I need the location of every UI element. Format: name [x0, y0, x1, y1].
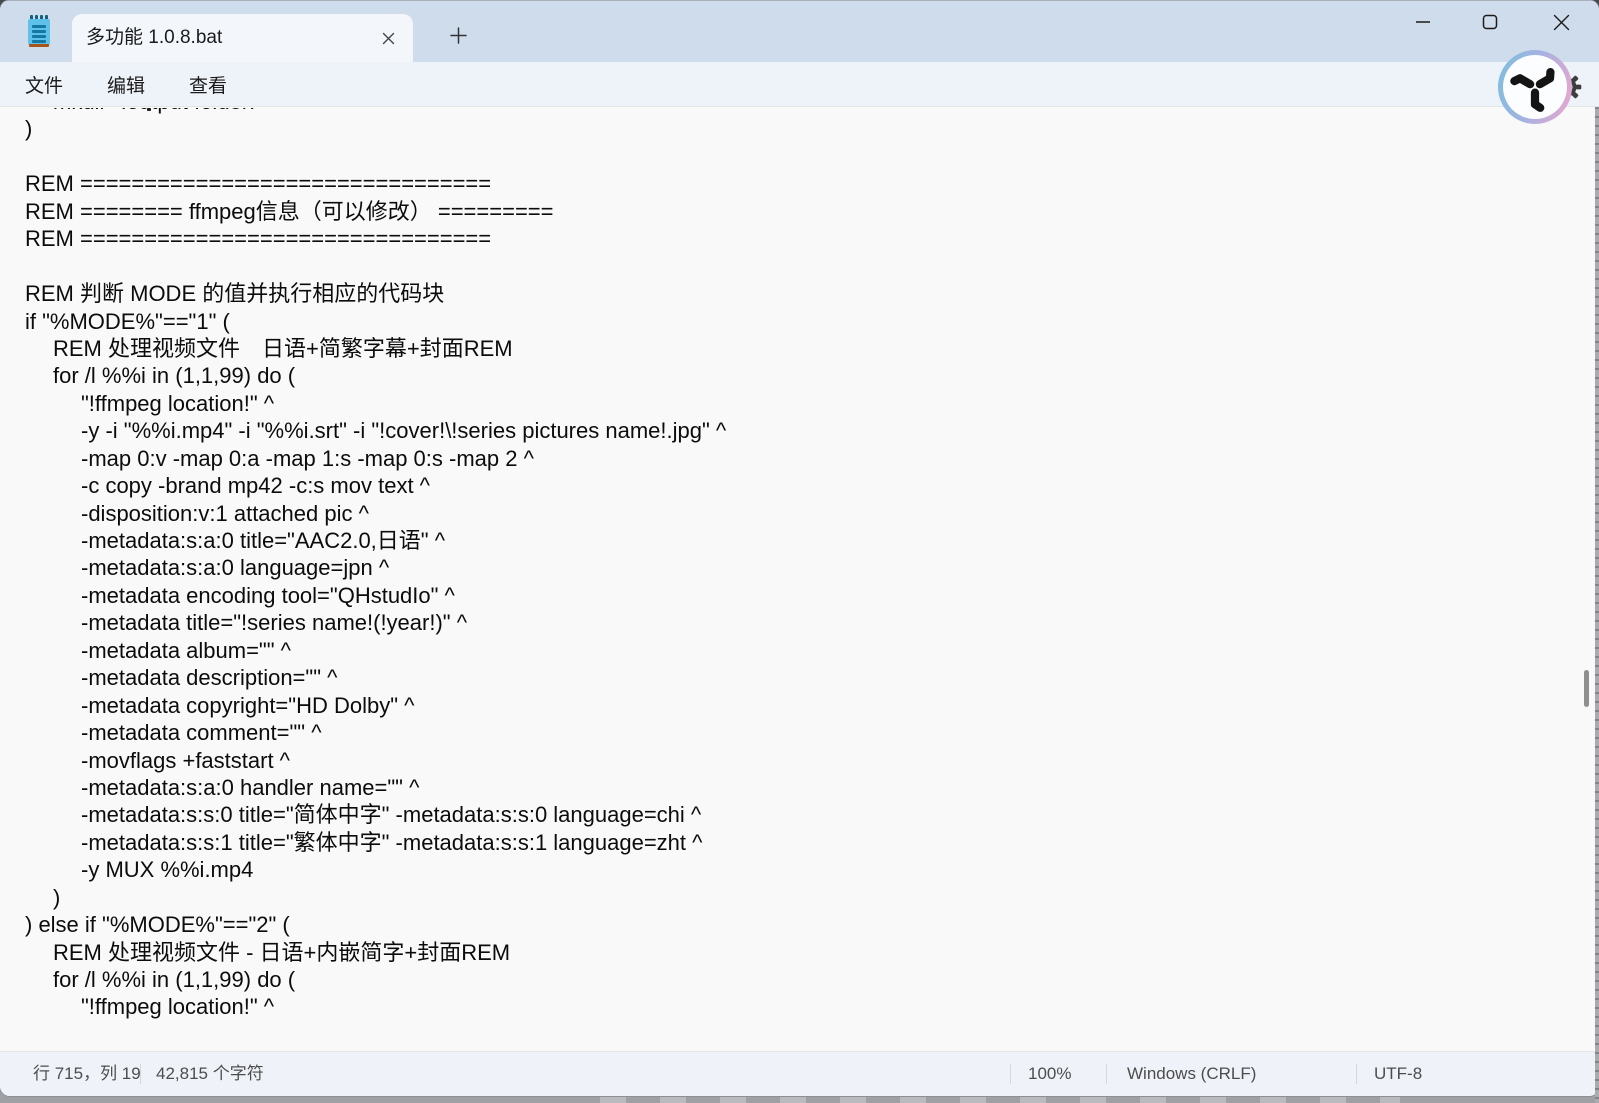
statusbar-divider	[1010, 1064, 1011, 1084]
scrollbar-thumb[interactable]	[1584, 670, 1589, 707]
background-window-edge	[1595, 107, 1599, 1103]
code-line: -metadata:s:a:0 handler name="" ^	[0, 774, 1599, 801]
code-line: )	[0, 115, 1599, 142]
desktop-background: 多功能 1.0.8.bat	[0, 0, 1599, 1103]
code-line: -metadata:s:a:0 title="AAC2.0,日语" ^	[0, 527, 1599, 554]
triskelion-logo-icon	[1509, 61, 1561, 113]
encoding[interactable]: UTF-8	[1374, 1052, 1422, 1095]
code-line: -metadata album="" ^	[0, 637, 1599, 664]
code-line: REM 判断 MODE 的值并执行相应的代码块	[0, 280, 1599, 307]
code-line: -metadata description="" ^	[0, 664, 1599, 691]
clipped-line-fragment	[147, 108, 151, 111]
char-count: 42,815 个字符	[156, 1052, 264, 1095]
statusbar: 行 715，列 19 42,815 个字符 100% Windows (CRLF…	[0, 1051, 1599, 1096]
statusbar-divider	[140, 1064, 141, 1084]
plus-icon	[450, 27, 467, 44]
code-line: -metadata title="!series name!(!year!)" …	[0, 609, 1599, 636]
code-line: -c copy -brand mp42 -c:s mov text ^	[0, 472, 1599, 499]
menu-item-edit[interactable]: 编辑	[107, 71, 145, 98]
code-lines: mkdir "!output folder!") REM ===========…	[0, 108, 1599, 1021]
code-line: REM ================================	[0, 170, 1599, 197]
code-line: "!ffmpeg location!" ^	[0, 993, 1599, 1020]
code-line: -metadata:s:s:1 title="繁体中字" -metadata:s…	[0, 829, 1599, 856]
code-line: )	[0, 884, 1599, 911]
code-line: -y -i "%%i.mp4" -i "%%i.srt" -i "!cover!…	[0, 417, 1599, 444]
close-icon	[1553, 14, 1570, 31]
notepad-icon	[26, 15, 52, 47]
code-line: for /l %%i in (1,1,99) do (	[0, 362, 1599, 389]
code-line: -metadata copyright="HD Dolby" ^	[0, 692, 1599, 719]
maximize-icon	[1482, 14, 1498, 30]
close-icon	[382, 32, 395, 45]
code-line	[0, 253, 1599, 280]
code-line: -metadata encoding tool="QHstudIo" ^	[0, 582, 1599, 609]
code-line: for /l %%i in (1,1,99) do (	[0, 966, 1599, 993]
code-line: ) else if "%MODE%"=="2" (	[0, 911, 1599, 938]
recorder-logo-overlay[interactable]	[1498, 50, 1572, 124]
editor-area[interactable]: mkdir "!output folder!") REM ===========…	[0, 108, 1599, 1052]
code-line: REM ======== ffmpeg信息（可以修改） =========	[0, 198, 1599, 225]
new-tab-button[interactable]	[440, 17, 476, 53]
zoom-level[interactable]: 100%	[1028, 1052, 1071, 1095]
maximize-button[interactable]	[1467, 0, 1513, 44]
window-controls	[1400, 0, 1599, 44]
minimize-button[interactable]	[1400, 0, 1446, 44]
code-line: mkdir "!output folder!"	[0, 108, 1599, 115]
titlebar[interactable]: 多功能 1.0.8.bat	[0, 0, 1599, 62]
menu-item-file[interactable]: 文件	[25, 71, 63, 98]
statusbar-divider	[1106, 1064, 1107, 1084]
code-line: "!ffmpeg location!" ^	[0, 390, 1599, 417]
close-button[interactable]	[1538, 0, 1584, 44]
tab-close-button[interactable]	[375, 25, 401, 51]
code-line: REM ================================	[0, 225, 1599, 252]
code-line	[0, 143, 1599, 170]
statusbar-divider	[1356, 1064, 1357, 1084]
code-line: -map 0:v -map 0:a -map 1:s -map 0:s -map…	[0, 445, 1599, 472]
code-line: REM 处理视频文件 - 日语+内嵌简字+封面REM	[0, 939, 1599, 966]
document-tab[interactable]: 多功能 1.0.8.bat	[72, 14, 413, 62]
minimize-icon	[1415, 14, 1431, 30]
code-line: -disposition:v:1 attached pic ^	[0, 500, 1599, 527]
code-line: -movflags +faststart ^	[0, 747, 1599, 774]
code-line: -y MUX %%i.mp4	[0, 856, 1599, 883]
code-line: if "%MODE%"=="1" (	[0, 308, 1599, 335]
cursor-position: 行 715，列 19	[33, 1052, 141, 1095]
notepad-window: 多功能 1.0.8.bat	[0, 0, 1599, 1096]
menubar: 文件 编辑 查看	[0, 62, 1599, 107]
code-line: -metadata comment="" ^	[0, 719, 1599, 746]
code-line: REM 处理视频文件 日语+简繁字幕+封面REM	[0, 335, 1599, 362]
line-ending[interactable]: Windows (CRLF)	[1127, 1052, 1256, 1095]
tab-title: 多功能 1.0.8.bat	[86, 14, 222, 62]
code-line: -metadata:s:a:0 language=jpn ^	[0, 554, 1599, 581]
code-line: -metadata:s:s:0 title="简体中字" -metadata:s…	[0, 801, 1599, 828]
background-window-bottom	[600, 1097, 1400, 1103]
menu-item-view[interactable]: 查看	[189, 71, 227, 98]
